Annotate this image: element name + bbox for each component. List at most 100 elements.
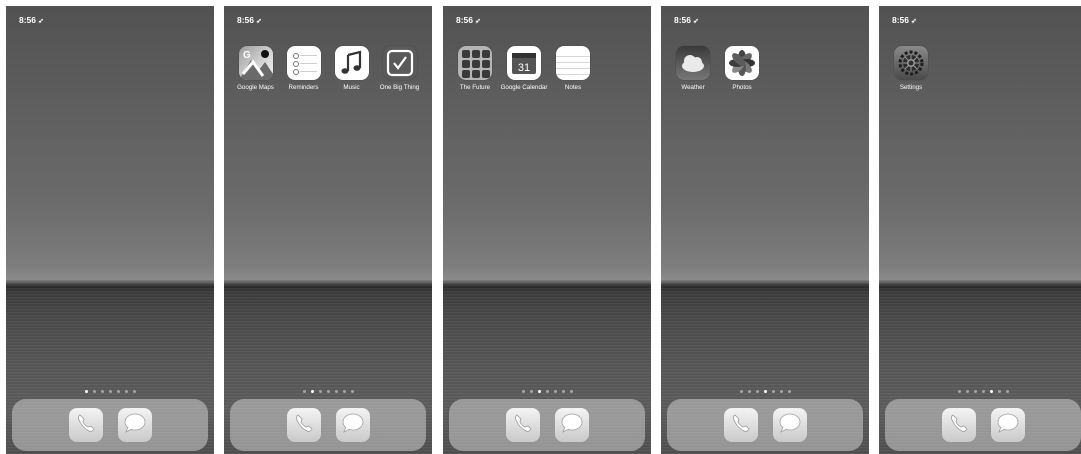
- status-time: 8:56: [892, 15, 910, 25]
- app-settings[interactable]: Settings: [887, 46, 935, 91]
- reminders-icon: [286, 46, 321, 80]
- app-one-big-thing[interactable]: One Big Thing: [376, 46, 423, 91]
- app-label: Google Calendar: [500, 84, 548, 91]
- home-screen-1: 8:56 ➶: [6, 6, 214, 454]
- dock-app-messages[interactable]: [335, 408, 370, 442]
- dock: [667, 399, 863, 451]
- settings-gear-icon: [894, 46, 928, 80]
- page-dot: [763, 390, 767, 393]
- dock: [230, 399, 426, 451]
- status-time: 8:56: [19, 15, 37, 25]
- dock-app-phone[interactable]: [941, 408, 976, 442]
- page-indicator[interactable]: [879, 390, 1081, 393]
- page-dot: [310, 390, 314, 393]
- page-dot: [521, 390, 525, 393]
- app-weather[interactable]: Weather: [669, 46, 717, 91]
- status-bar: 8:56 ➶: [237, 15, 262, 25]
- app-label: The Future: [459, 84, 491, 91]
- status-bar: 8:56 ➶: [456, 15, 481, 25]
- phone-icon: [512, 412, 534, 439]
- page-dot: [747, 390, 751, 393]
- page-dot: [989, 390, 993, 393]
- messages-icon: [341, 412, 365, 439]
- messages-icon: [996, 412, 1020, 439]
- dock: [12, 399, 208, 451]
- checkmark-icon: [382, 46, 417, 80]
- photos-icon: [725, 46, 759, 80]
- app-label: Google Maps: [237, 84, 274, 91]
- dock-app-messages[interactable]: [990, 408, 1025, 442]
- dock-app-messages[interactable]: [772, 408, 807, 442]
- page-dot: [326, 390, 330, 393]
- location-arrow-icon: ➶: [693, 18, 699, 25]
- home-screen-3: 8:56 ➶ The Future 31 Google Calendar Not…: [443, 6, 651, 454]
- page-indicator[interactable]: [224, 390, 432, 393]
- dock-app-phone[interactable]: [286, 408, 321, 442]
- page-dot: [529, 390, 533, 393]
- location-arrow-icon: ➶: [475, 18, 481, 25]
- page-dot: [997, 390, 1001, 393]
- page-dot: [569, 390, 573, 393]
- page-dot: [981, 390, 985, 393]
- home-screen-2: 8:56 ➶ G Google Maps Reminders Music One…: [224, 6, 432, 454]
- app-folder-the-future[interactable]: The Future: [451, 46, 499, 91]
- dock: [885, 399, 1081, 451]
- app-photos[interactable]: Photos: [718, 46, 766, 91]
- page-dot: [965, 390, 969, 393]
- dock: [449, 399, 645, 451]
- page-indicator[interactable]: [443, 390, 651, 393]
- svg-text:G: G: [243, 50, 251, 61]
- page-dot: [779, 390, 783, 393]
- app-label: One Big Thing: [379, 84, 420, 91]
- app-label: Settings: [899, 84, 923, 91]
- location-arrow-icon: ➶: [256, 18, 262, 25]
- page-dot: [973, 390, 977, 393]
- location-arrow-icon: ➶: [38, 18, 44, 25]
- calendar-icon: 31: [507, 46, 541, 80]
- app-reminders[interactable]: Reminders: [280, 46, 327, 91]
- page-dot: [84, 390, 88, 393]
- weather-icon: [676, 46, 710, 80]
- status-bar: 8:56 ➶: [19, 15, 44, 25]
- app-google-calendar[interactable]: 31 Google Calendar: [500, 46, 548, 91]
- app-google-maps[interactable]: G Google Maps: [232, 46, 279, 91]
- page-dot: [1005, 390, 1009, 393]
- page-indicator[interactable]: [6, 390, 214, 393]
- messages-icon: [560, 412, 584, 439]
- messages-icon: [778, 412, 802, 439]
- dock-app-phone[interactable]: [723, 408, 758, 442]
- status-bar: 8:56 ➶: [674, 15, 699, 25]
- page-dot: [334, 390, 338, 393]
- page-indicator[interactable]: [661, 390, 869, 393]
- page-dot: [132, 390, 136, 393]
- page-dot: [755, 390, 759, 393]
- dock-app-messages[interactable]: [554, 408, 589, 442]
- folder-icon: [458, 46, 492, 80]
- page-dot: [92, 390, 96, 393]
- messages-icon: [123, 412, 147, 439]
- page-dot: [342, 390, 346, 393]
- status-time: 8:56: [674, 15, 692, 25]
- page-dot: [100, 390, 104, 393]
- page-dot: [108, 390, 112, 393]
- page-dot: [124, 390, 128, 393]
- page-dot: [957, 390, 961, 393]
- phone-icon: [948, 412, 970, 439]
- app-label: Music: [343, 84, 360, 91]
- app-notes[interactable]: Notes: [549, 46, 597, 91]
- app-music[interactable]: Music: [328, 46, 375, 91]
- phone-icon: [75, 412, 97, 439]
- app-label: Weather: [681, 84, 705, 91]
- dock-app-phone[interactable]: [68, 408, 103, 442]
- calendar-date: 31: [518, 62, 530, 74]
- page-dot: [787, 390, 791, 393]
- dock-app-phone[interactable]: [505, 408, 540, 442]
- app-label: Reminders: [288, 84, 319, 91]
- app-label: Photos: [732, 84, 752, 91]
- home-screen-4: 8:56 ➶ Weather Photos: [661, 6, 869, 454]
- dock-app-messages[interactable]: [117, 408, 152, 442]
- home-screen-5: 8:56 ➶ Settings: [879, 6, 1081, 454]
- music-icon: [334, 46, 369, 80]
- notes-icon: [556, 46, 590, 80]
- phone-icon: [293, 412, 315, 439]
